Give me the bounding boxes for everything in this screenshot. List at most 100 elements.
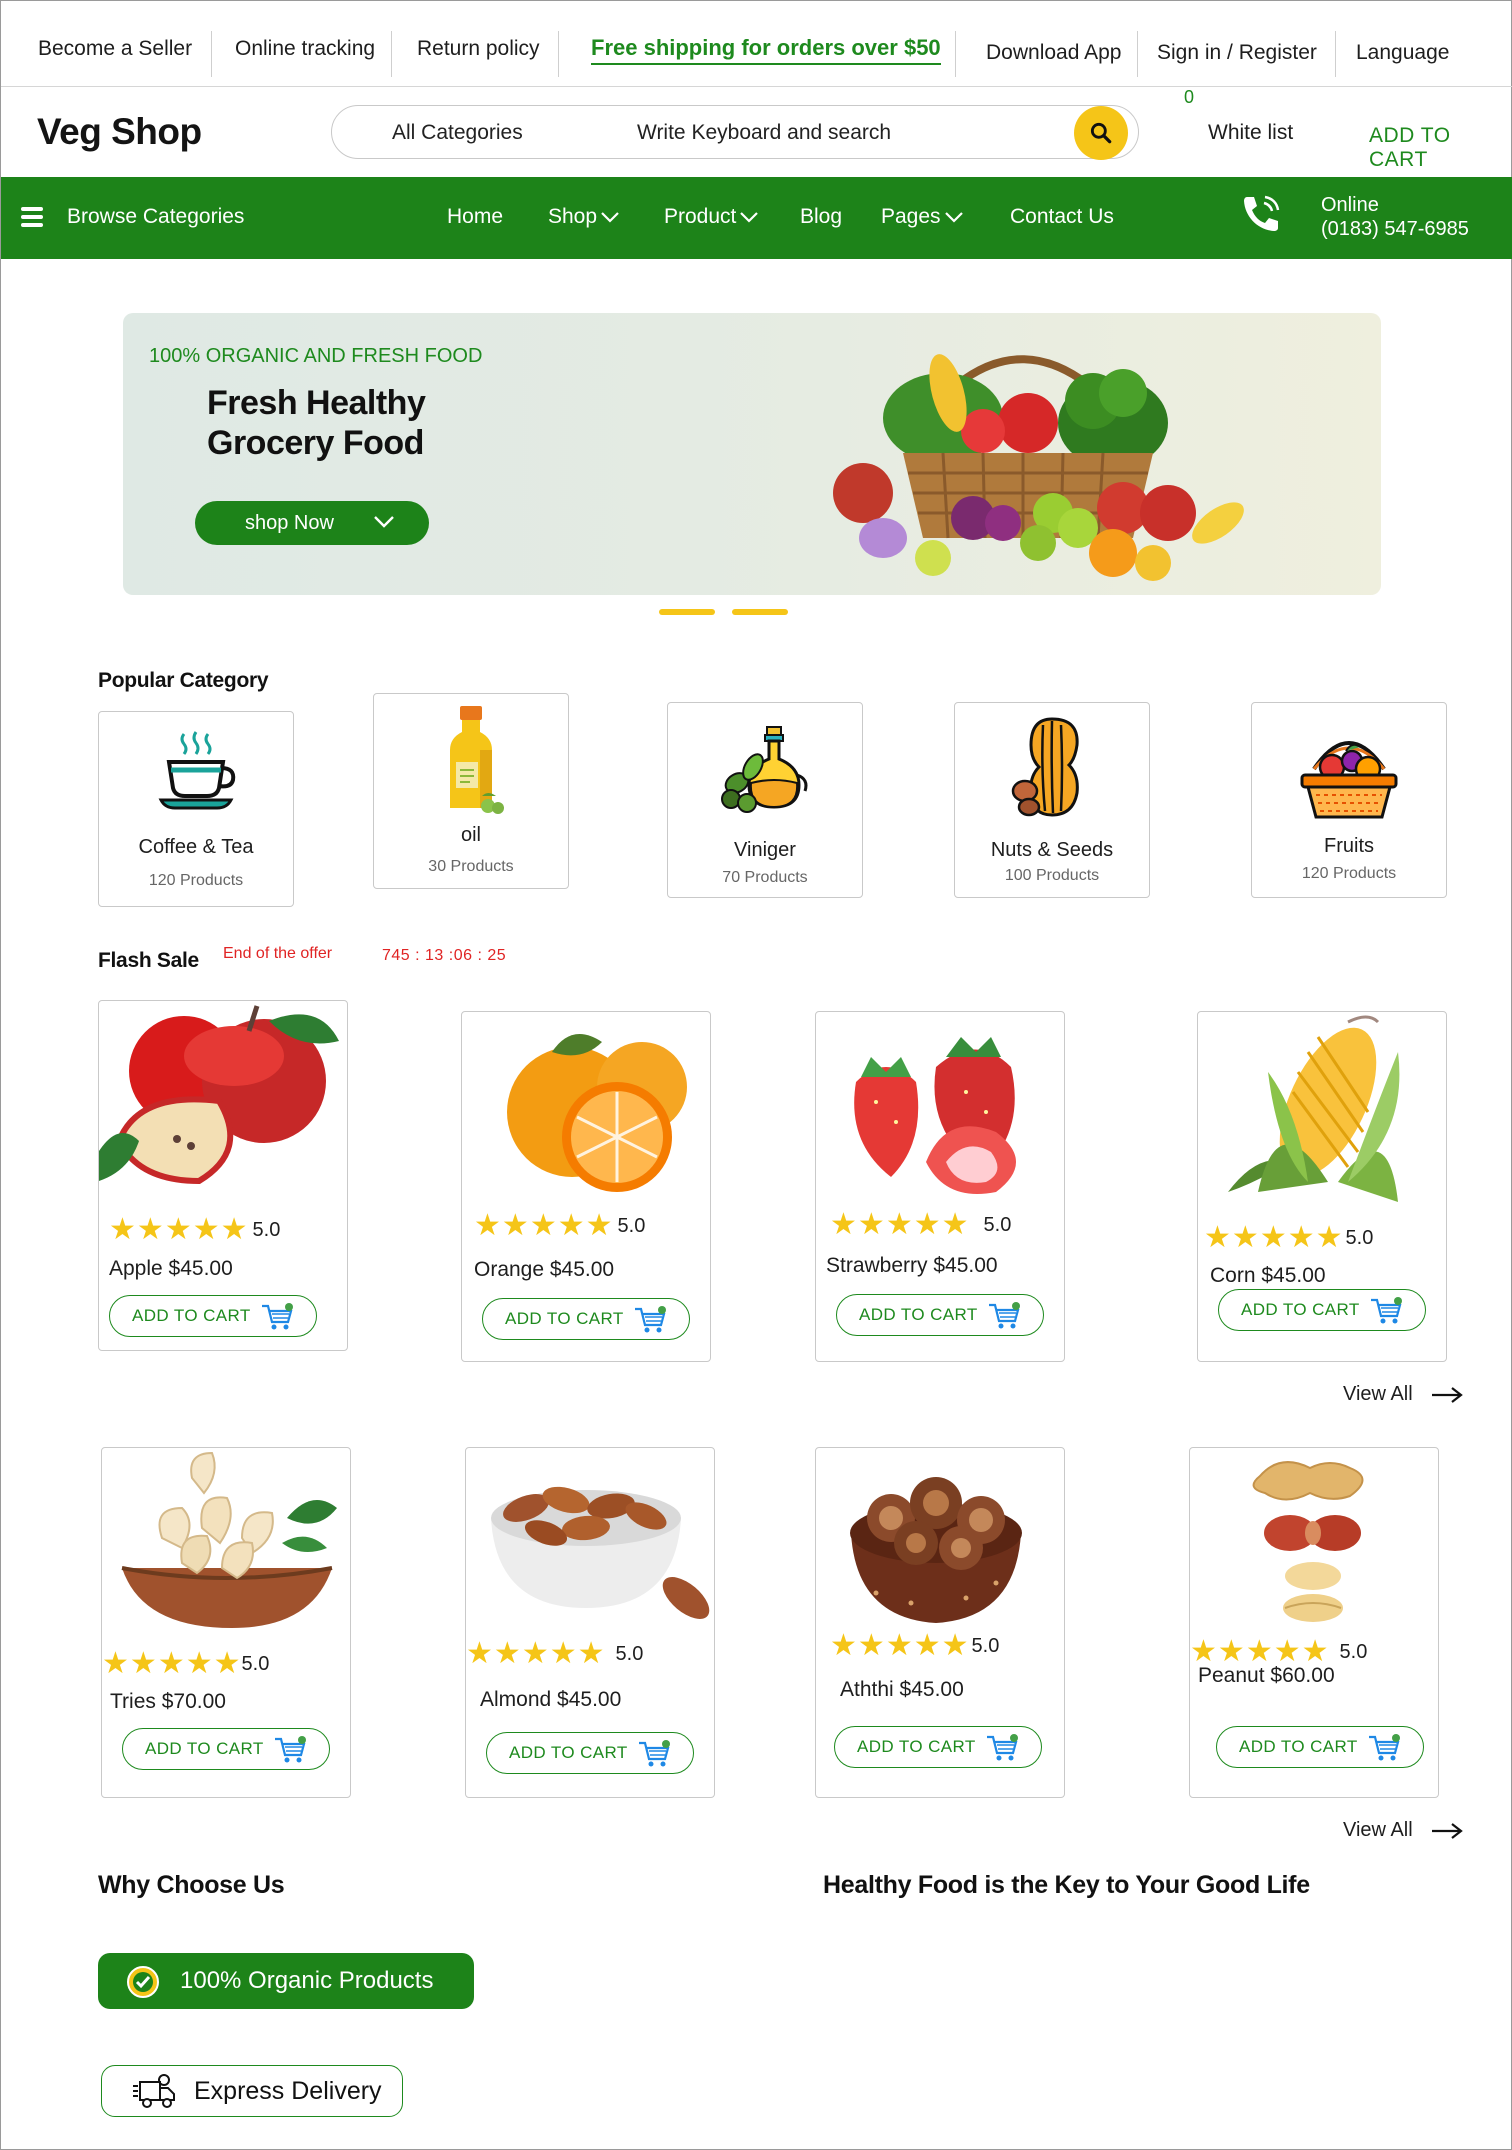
wishlist-count-badge: 0 (1184, 87, 1195, 107)
category-card-oil[interactable]: oil 30 Products (373, 693, 569, 889)
cart-icon (989, 1302, 1020, 1329)
peanut-icon (1011, 717, 1079, 817)
language-selector[interactable]: Language (1356, 41, 1449, 65)
category-card-coffee-tea[interactable]: Coffee & Tea 120 Products (98, 711, 294, 907)
search-icon (1090, 122, 1112, 144)
header-add-to-cart-link[interactable]: ADD TO CART (1369, 124, 1511, 172)
nav-shop[interactable]: Shop (548, 205, 620, 229)
product-card-almond[interactable]: ★ ★ ★ ★ ★ 5.0 Almond $45.00 ADD TO CART (465, 1447, 715, 1798)
add-to-cart-button[interactable]: ADD TO CART (834, 1726, 1042, 1768)
free-shipping-promo[interactable]: Free shipping for orders over $50 (591, 35, 941, 65)
nav-product-label: Product (664, 205, 737, 228)
category-count: 30 Products (428, 858, 514, 875)
phone-number: (0183) 547-6985 (1321, 218, 1469, 240)
product-name-price: Almond $45.00 (480, 1688, 622, 1711)
carousel-dot[interactable] (659, 609, 715, 615)
category-count: 120 Products (148, 872, 244, 889)
hero-title: Fresh Healthy Grocery Food (207, 383, 426, 463)
product-name-price: Apple $45.00 (109, 1257, 233, 1280)
online-tracking-link[interactable]: Online tracking (235, 37, 375, 61)
vinegar-bottle-icon (721, 726, 808, 813)
arrow-right-icon (1431, 1386, 1463, 1403)
fruit-basket-icon (1300, 741, 1398, 819)
nav-blog[interactable]: Blog (800, 205, 842, 229)
rating-stars: ★ ★ ★ ★ ★ 5.0 (474, 1209, 646, 1242)
product-card-corn[interactable]: ★ ★ ★ ★ ★ 5.0 Corn $45.00 ADD TO CART (1197, 1011, 1447, 1362)
download-app-link[interactable]: Download App (986, 41, 1121, 65)
orange-image (507, 1034, 687, 1192)
product-card-strawberry[interactable]: ★ ★ ★ ★ ★ 5.0 Strawberry $45.00 ADD TO CART (815, 1011, 1065, 1362)
view-all-label: View All (1343, 1383, 1413, 1405)
view-all-nuts-link[interactable]: View All (1343, 1819, 1463, 1842)
carousel-dot-active[interactable] (732, 609, 788, 615)
feature-label: Express Delivery (194, 2076, 382, 2105)
search-button[interactable] (1074, 106, 1128, 160)
nav-pages-label: Pages (881, 205, 941, 228)
rating-stars: ★ ★ ★ ★ ★ 5.0 (1190, 1635, 1368, 1668)
add-to-cart-label: ADD TO CART (145, 1739, 264, 1758)
product-card-orange[interactable]: ★ ★ ★ ★ ★ 5.0 Orange $45.00 ADD TO CART (461, 1011, 711, 1362)
site-logo[interactable]: Veg Shop (37, 111, 202, 153)
why-choose-us-title: Why Choose Us (98, 1871, 285, 1899)
product-card-aththi[interactable]: ★ ★ ★ ★ ★ 5.0 Aththi $45.00 ADD TO CART (815, 1447, 1065, 1798)
cart-icon (1369, 1734, 1400, 1761)
divider (1335, 31, 1336, 77)
add-to-cart-button[interactable]: ADD TO CART (1218, 1289, 1426, 1331)
rating-value: 5.0 (1345, 1226, 1374, 1249)
healthy-food-tagline: Healthy Food is the Key to Your Good Lif… (823, 1871, 1310, 1899)
add-to-cart-button[interactable]: ADD TO CART (122, 1728, 330, 1770)
cart-icon (635, 1306, 666, 1333)
add-to-cart-button[interactable]: ADD TO CART (109, 1295, 317, 1337)
category-name: Coffee & Tea (138, 836, 254, 858)
category-name: Fruits (1324, 835, 1374, 857)
search-input[interactable]: Write Keyboard and search (637, 121, 891, 145)
browse-categories-button[interactable]: Browse Categories (67, 205, 244, 229)
nav-home[interactable]: Home (447, 205, 503, 229)
feature-express-delivery[interactable]: Express Delivery (101, 2065, 403, 2117)
sign-in-register-link[interactable]: Sign in / Register (1157, 41, 1317, 65)
view-all-flash-link[interactable]: View All (1343, 1383, 1463, 1406)
become-seller-link[interactable]: Become a Seller (38, 37, 192, 61)
cart-icon (262, 1303, 293, 1330)
product-card-apple[interactable]: ★ ★ ★ ★ ★ 5.0 Apple $45.00 ADD TO CART (98, 1000, 348, 1351)
shop-now-button[interactable]: shop Now (195, 501, 429, 545)
return-policy-link[interactable]: Return policy (417, 37, 540, 61)
cart-icon (1371, 1297, 1402, 1324)
rating-value: 5.0 (983, 1213, 1012, 1236)
product-card-cashew[interactable]: ★ ★ ★ ★ ★ 5.0 Tries $70.00 ADD TO CART (101, 1447, 351, 1798)
contact-phone[interactable]: Online (0183) 547-6985 (1321, 193, 1469, 241)
category-count: 100 Products (1004, 867, 1100, 884)
nav-blog-label: Blog (800, 205, 843, 228)
oil-bottle-icon (450, 706, 504, 814)
add-to-cart-button[interactable]: ADD TO CART (836, 1294, 1044, 1336)
add-to-cart-button[interactable]: ADD TO CART (1216, 1726, 1424, 1768)
category-card-fruits[interactable]: Fruits 120 Products (1251, 702, 1447, 898)
add-to-cart-button[interactable]: ADD TO CART (486, 1732, 694, 1774)
wishlist-link[interactable]: White list (1208, 121, 1293, 145)
category-card-viniger[interactable]: Viniger 70 Products (667, 702, 863, 898)
product-name-price: Corn $45.00 (1210, 1264, 1326, 1287)
product-name-price: Tries $70.00 (110, 1690, 226, 1713)
nav-pages[interactable]: Pages (881, 205, 964, 229)
top-utility-bar: Become a Seller Online tracking Return p… (1, 1, 1512, 87)
divider (211, 31, 212, 77)
category-select[interactable]: All Categories (392, 121, 523, 145)
product-name-price: Aththi $45.00 (840, 1678, 964, 1701)
add-to-cart-button[interactable]: ADD TO CART (482, 1298, 690, 1340)
strawberry-image (854, 1037, 1016, 1194)
product-name-price: Peanut $60.00 (1198, 1664, 1335, 1687)
nav-contact-us[interactable]: Contact Us (1010, 205, 1114, 229)
cart-icon (639, 1740, 670, 1767)
hamburger-menu-icon[interactable] (21, 207, 43, 227)
rating-value: 5.0 (241, 1652, 270, 1675)
nav-home-label: Home (447, 205, 504, 228)
feature-organic-products[interactable]: 100% Organic Products (98, 1953, 474, 2009)
nav-product[interactable]: Product (664, 205, 759, 229)
chevron-down-icon (374, 516, 394, 528)
category-card-nuts-seeds[interactable]: Nuts & Seeds 100 Products (954, 702, 1150, 898)
search-bar: All Categories Write Keyboard and search (331, 105, 1139, 160)
shop-now-label: shop Now (245, 511, 334, 534)
product-card-peanut[interactable]: ★ ★ ★ ★ ★ 5.0 Peanut $60.00 ADD TO CART (1189, 1447, 1439, 1798)
category-count: 120 Products (1301, 865, 1397, 882)
category-name: oil (460, 824, 481, 846)
